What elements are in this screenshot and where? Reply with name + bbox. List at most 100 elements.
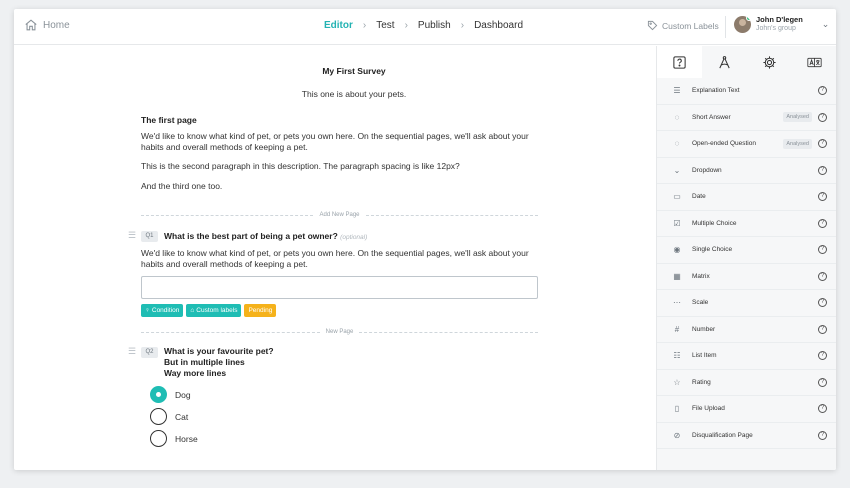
question-description[interactable]: We'd like to know what kind of pet, or p… bbox=[141, 248, 538, 270]
radio-option-horse[interactable]: Horse bbox=[150, 430, 198, 447]
drag-handle-icon[interactable]: ☰ bbox=[128, 230, 136, 241]
condition-tag[interactable]: ♀ Condition bbox=[141, 304, 184, 317]
tab-test[interactable]: Test bbox=[376, 20, 394, 31]
home-icon bbox=[25, 19, 37, 31]
question-type-scale[interactable]: ⋯ Scale ? bbox=[657, 290, 836, 317]
help-circle-icon[interactable]: ? bbox=[818, 298, 827, 308]
home-link[interactable]: Home bbox=[24, 18, 70, 32]
question-type-number[interactable]: # Number ? bbox=[657, 317, 836, 343]
help-circle-icon[interactable]: ? bbox=[818, 430, 827, 440]
condition-tag-label: Condition bbox=[151, 307, 180, 314]
tab-design[interactable] bbox=[702, 46, 747, 78]
help-circle-icon[interactable]: ? bbox=[818, 139, 827, 149]
help-circle-icon[interactable]: ? bbox=[818, 271, 827, 281]
option-label: Horse bbox=[175, 433, 198, 444]
survey-title[interactable]: My First Survey bbox=[14, 66, 694, 76]
survey-subtitle[interactable]: This one is about your pets. bbox=[14, 89, 694, 99]
question-type-dropdown[interactable]: ⌄ Dropdown ? bbox=[657, 158, 836, 184]
dashed-line bbox=[359, 331, 538, 333]
text-align-icon: ☰ bbox=[673, 86, 681, 96]
page-description-paragraph[interactable]: And the third one too. bbox=[141, 181, 538, 192]
question-title[interactable]: What is the best part of being a pet own… bbox=[164, 231, 367, 243]
question-type-matrix[interactable]: ▦ Matrix ? bbox=[657, 264, 836, 290]
question-type-label: Scale bbox=[692, 299, 709, 307]
lightbulb-icon: ♀ bbox=[145, 307, 150, 314]
radio-icon[interactable] bbox=[150, 430, 167, 447]
help-circle-icon[interactable]: ? bbox=[818, 86, 827, 96]
user-group: John's group bbox=[756, 25, 796, 32]
question-type-explanation-text[interactable]: ☰ Explanation Text ? bbox=[657, 78, 836, 105]
question-type-list-item[interactable]: ☷ List Item ? bbox=[657, 343, 836, 370]
question-type-label: File Upload bbox=[692, 405, 725, 413]
help-circle-icon[interactable]: ? bbox=[818, 351, 827, 361]
pending-tag[interactable]: Pending bbox=[244, 304, 277, 317]
divider bbox=[725, 16, 726, 38]
question-type-disqualification-page[interactable]: ⊘ Disqualification Page ? bbox=[657, 423, 836, 449]
tab-editor[interactable]: Editor bbox=[324, 20, 353, 31]
help-circle-icon[interactable]: ? bbox=[818, 165, 827, 175]
file-icon: ▯ bbox=[674, 404, 680, 414]
custom-labels-tag-label: Custom labels bbox=[196, 307, 238, 314]
speech-bubble-icon: ◌ bbox=[674, 139, 680, 149]
short-answer-input[interactable] bbox=[141, 276, 538, 299]
help-circle-icon[interactable]: ? bbox=[818, 192, 827, 202]
option-label: Dog bbox=[175, 389, 191, 400]
help-circle-icon[interactable]: ? bbox=[818, 218, 827, 228]
star-icon: ☆ bbox=[673, 377, 681, 387]
chevron-right-icon: › bbox=[362, 20, 367, 31]
question-type-list: ☰ Explanation Text ? ◌ Short Answer Anal… bbox=[657, 78, 836, 449]
tag-icon bbox=[647, 20, 658, 31]
add-new-page-divider[interactable]: Add New Page bbox=[141, 210, 538, 220]
help-circle-icon[interactable]: ? bbox=[818, 245, 827, 255]
question-type-rating[interactable]: ☆ Rating ? bbox=[657, 370, 836, 396]
question-type-short-answer[interactable]: ◌ Short Answer Analysed ? bbox=[657, 105, 836, 131]
page-description-paragraph[interactable]: This is the second paragraph in this des… bbox=[141, 161, 538, 172]
radio-selected-icon[interactable] bbox=[150, 386, 167, 403]
radio-icon[interactable] bbox=[150, 408, 167, 425]
calendar-icon: ▭ bbox=[673, 192, 681, 202]
radio-option-cat[interactable]: Cat bbox=[150, 408, 188, 425]
question-type-label: Rating bbox=[692, 378, 711, 386]
app-window: Home Editor › Test › Publish › Dashboard… bbox=[14, 9, 836, 470]
question-type-date[interactable]: ▭ Date ? bbox=[657, 184, 836, 211]
question-type-label: Single Choice bbox=[692, 246, 733, 254]
chevron-right-icon: › bbox=[460, 20, 465, 31]
optional-label: (optional) bbox=[340, 234, 368, 241]
tab-settings[interactable] bbox=[747, 46, 792, 78]
question-tags: ♀ Condition ⌂ Custom labels Pending bbox=[141, 304, 277, 317]
chevron-down-icon[interactable]: ⌄ bbox=[822, 19, 830, 30]
question-type-single-choice[interactable]: ◉ Single Choice ? bbox=[657, 237, 836, 264]
custom-labels-tag[interactable]: ⌂ Custom labels bbox=[186, 304, 242, 317]
tag-icon: ⌂ bbox=[190, 307, 195, 314]
dots-icon: ⋯ bbox=[673, 298, 681, 308]
question-type-file-upload[interactable]: ▯ File Upload ? bbox=[657, 396, 836, 423]
question-type-label: List Item bbox=[692, 352, 717, 360]
tab-translations[interactable] bbox=[792, 46, 836, 78]
page-title[interactable]: The first page bbox=[141, 115, 538, 126]
user-menu[interactable]: John D'legen John's group ⌄ bbox=[734, 15, 829, 33]
new-page-divider[interactable]: New Page bbox=[141, 327, 538, 337]
help-circle-icon[interactable]: ? bbox=[818, 324, 827, 334]
page-description-paragraph[interactable]: We'd like to know what kind of pet, or p… bbox=[141, 131, 538, 153]
question-text-line: But in multiple lines bbox=[164, 357, 245, 367]
dashed-line bbox=[141, 331, 320, 333]
question-type-multiple-choice[interactable]: ☑ Multiple Choice ? bbox=[657, 211, 836, 237]
add-new-page-label: Add New Page bbox=[319, 212, 360, 218]
question-title[interactable]: What is your favourite pet? But in multi… bbox=[164, 346, 274, 379]
tab-dashboard[interactable]: Dashboard bbox=[474, 20, 523, 31]
question-text: What is the best part of being a pet own… bbox=[164, 231, 338, 241]
disqualify-icon: ⊘ bbox=[673, 430, 681, 440]
help-circle-icon[interactable]: ? bbox=[818, 377, 827, 387]
question-type-label: Short Answer bbox=[692, 113, 731, 121]
tab-publish[interactable]: Publish bbox=[418, 20, 451, 31]
custom-labels-button[interactable]: Custom Labels bbox=[647, 20, 719, 31]
question-types-panel: ☰ Explanation Text ? ◌ Short Answer Anal… bbox=[656, 46, 836, 470]
tab-question-types[interactable] bbox=[657, 46, 702, 78]
custom-labels-text: Custom Labels bbox=[662, 20, 719, 31]
question-type-open-ended[interactable]: ◌ Open-ended Question Analysed ? bbox=[657, 131, 836, 158]
question-type-label: Open-ended Question bbox=[692, 140, 756, 148]
drag-handle-icon[interactable]: ☰ bbox=[128, 346, 136, 357]
help-circle-icon[interactable]: ? bbox=[818, 404, 827, 414]
radio-option-dog[interactable]: Dog bbox=[150, 386, 191, 403]
help-circle-icon[interactable]: ? bbox=[818, 112, 827, 122]
